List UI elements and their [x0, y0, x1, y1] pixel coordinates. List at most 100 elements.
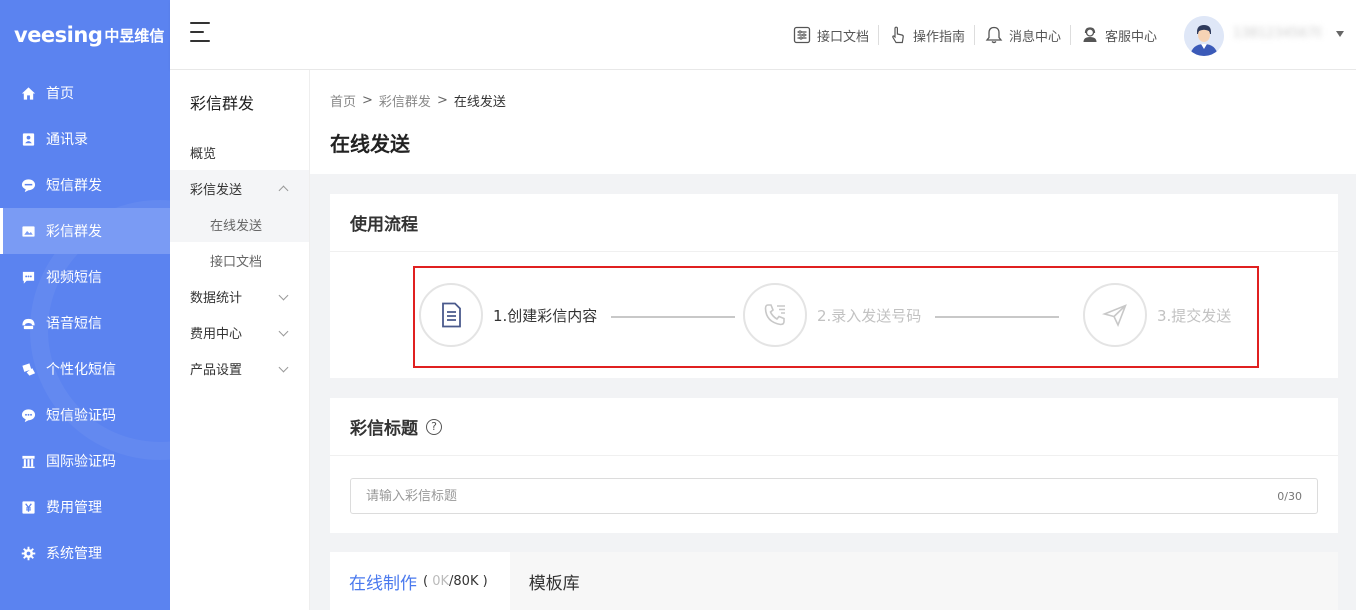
flow-step-3: 3.提交发送 — [1083, 283, 1231, 347]
flow-step-3-circle — [1083, 283, 1147, 347]
subnav-item-label: 彩信发送 — [190, 182, 243, 198]
chevron-down-icon — [278, 326, 289, 337]
menu-toggle-icon[interactable] — [190, 22, 214, 44]
quota-used: 0K — [432, 573, 450, 589]
sub-navigation: 彩信群发 概览 彩信发送 在线发送 接口文档 数据统计 费用中心 产品设置 — [170, 70, 310, 610]
sidebar-item-video-sms[interactable]: 视频短信 — [0, 254, 170, 300]
subnav-item-label: 产品设置 — [190, 362, 243, 378]
brand-logo[interactable]: veesing 中昱维信 — [0, 0, 170, 70]
subnav-item-cost[interactable]: 费用中心 — [170, 314, 309, 350]
size-quota: ( 0K/80K ) — [423, 574, 488, 589]
api-doc-icon — [793, 26, 811, 44]
sidebar-item-sms[interactable]: 短信群发 — [0, 162, 170, 208]
quota-close-paren: ) — [482, 573, 488, 589]
chevron-down-icon — [278, 362, 289, 373]
sidebar-item-label: 费用管理 — [46, 500, 102, 516]
header-link-label: 接口文档 — [816, 29, 869, 45]
customer-service-icon — [1083, 27, 1097, 42]
breadcrumb-chevron-icon: > — [362, 92, 373, 108]
flow-step-2: 2.录入发送号码 — [743, 283, 921, 347]
tab-template-library[interactable]: 模板库 — [510, 552, 602, 610]
subnav-child-online-send[interactable]: 在线发送 — [170, 206, 309, 242]
sidebar-item-label: 视频短信 — [46, 270, 102, 286]
hand-pointer-icon — [892, 26, 904, 44]
sidebar-item-label: 语音短信 — [46, 316, 102, 332]
tab-online-editor[interactable]: 在线制作 ( 0K/80K ) — [330, 552, 510, 610]
subnav-child-api-doc[interactable]: 接口文档 — [170, 242, 309, 278]
user-avatar-icon — [1184, 16, 1224, 56]
chevron-down-icon[interactable] — [1336, 31, 1344, 37]
brand-word: veesing — [14, 23, 103, 47]
page-title: 在线发送 — [330, 132, 410, 156]
quota-total: /80K — [449, 573, 479, 589]
header-link-messages[interactable]: 消息中心 — [975, 25, 1071, 45]
sidebar-item-label: 彩信群发 — [46, 224, 102, 240]
flow-step-1-label: 1.创建彩信内容 — [493, 306, 598, 325]
usage-flow-highlight: 1.创建彩信内容 2.录入发送号码 3.提交发送 — [413, 266, 1259, 368]
chevron-down-icon — [278, 290, 289, 301]
mms-title-input[interactable] — [366, 488, 1278, 504]
tab-label: 在线制作 — [349, 573, 417, 594]
header-link-api-doc[interactable]: 接口文档 — [783, 25, 879, 45]
sidebar-item-mms[interactable]: 彩信群发 — [0, 208, 170, 254]
flow-step-3-label: 3.提交发送 — [1157, 306, 1232, 325]
breadcrumb-chevron-icon: > — [436, 92, 448, 108]
subnav-item-settings[interactable]: 产品设置 — [170, 350, 309, 386]
send-plane-icon — [1101, 304, 1127, 328]
header-link-support[interactable]: 客服中心 — [1071, 25, 1166, 45]
breadcrumb-home[interactable]: 首页 — [330, 91, 356, 110]
mms-title-heading: 彩信标题 ? — [330, 398, 1338, 456]
breadcrumb-current: 在线发送 — [453, 94, 506, 110]
username[interactable]: 13812345678 — [1233, 26, 1321, 42]
mms-title-field: 0/30 — [350, 478, 1318, 514]
subnav-item-stats[interactable]: 数据统计 — [170, 278, 309, 314]
content-tabs: 在线制作 ( 0K/80K ) 模板库 — [330, 552, 1338, 610]
sidebar-item-label: 短信群发 — [46, 178, 102, 194]
flow-step-1: 1.创建彩信内容 — [419, 283, 597, 347]
verify-code-icon — [20, 407, 36, 423]
home-icon — [20, 85, 36, 101]
usage-flow-card: 使用流程 1.创建彩信内容 2.录入发送号码 3.提交发送 — [330, 194, 1338, 378]
header-link-label: 消息中心 — [1008, 29, 1061, 45]
personalized-message-icon — [20, 361, 36, 377]
sidebar-item-home[interactable]: 首页 — [0, 70, 170, 116]
flow-step-2-circle — [743, 283, 807, 347]
voice-message-icon — [20, 315, 36, 331]
sidebar-item-contacts[interactable]: 通讯录 — [0, 116, 170, 162]
page-header: 首页 > 彩信群发 > 在线发送 在线发送 — [310, 70, 1356, 174]
yen-icon — [20, 499, 36, 515]
image-message-icon — [20, 223, 36, 239]
top-header: 接口文档 操作指南 消息中心 客服中心 13812345678 — [170, 0, 1356, 70]
sidebar-item-sms-verify[interactable]: 短信验证码 — [0, 392, 170, 438]
document-icon — [442, 302, 461, 328]
sidebar-item-label: 国际验证码 — [46, 454, 116, 470]
breadcrumb: 首页 > 彩信群发 > 在线发送 — [330, 90, 1336, 110]
sidebar-item-label: 通讯录 — [46, 132, 88, 148]
sidebar-item-international-verify[interactable]: 国际验证码 — [0, 438, 170, 484]
sidebar-item-billing[interactable]: 费用管理 — [0, 484, 170, 530]
subnav-item-send[interactable]: 彩信发送 — [170, 170, 309, 206]
usage-flow-title: 使用流程 — [330, 194, 1338, 252]
brand-cn: 中昱维信 — [104, 26, 165, 45]
avatar[interactable] — [1184, 16, 1224, 56]
sidebar-item-personalized-sms[interactable]: 个性化短信 — [0, 346, 170, 392]
breadcrumb-section[interactable]: 彩信群发 — [379, 91, 431, 110]
sidebar-item-system[interactable]: 系统管理 — [0, 530, 170, 576]
video-message-icon — [20, 269, 36, 285]
flow-connector — [611, 316, 735, 318]
flow-connector — [935, 316, 1059, 318]
subnav-item-overview[interactable]: 概览 — [170, 134, 309, 170]
header-links: 接口文档 操作指南 消息中心 客服中心 — [783, 22, 1166, 48]
contacts-icon — [20, 131, 36, 147]
subnav-title: 彩信群发 — [190, 94, 255, 113]
subnav-item-label: 费用中心 — [190, 326, 243, 342]
international-code-icon — [20, 453, 36, 469]
help-icon[interactable]: ? — [426, 418, 442, 435]
chevron-up-icon — [278, 185, 289, 196]
header-link-label: 操作指南 — [912, 29, 965, 45]
flow-step-1-circle — [419, 283, 483, 347]
sidebar-item-voice-sms[interactable]: 语音短信 — [0, 300, 170, 346]
mms-title-card: 彩信标题 ? 0/30 — [330, 398, 1338, 533]
header-link-guide[interactable]: 操作指南 — [879, 25, 975, 45]
subnav-item-label: 数据统计 — [190, 290, 243, 306]
